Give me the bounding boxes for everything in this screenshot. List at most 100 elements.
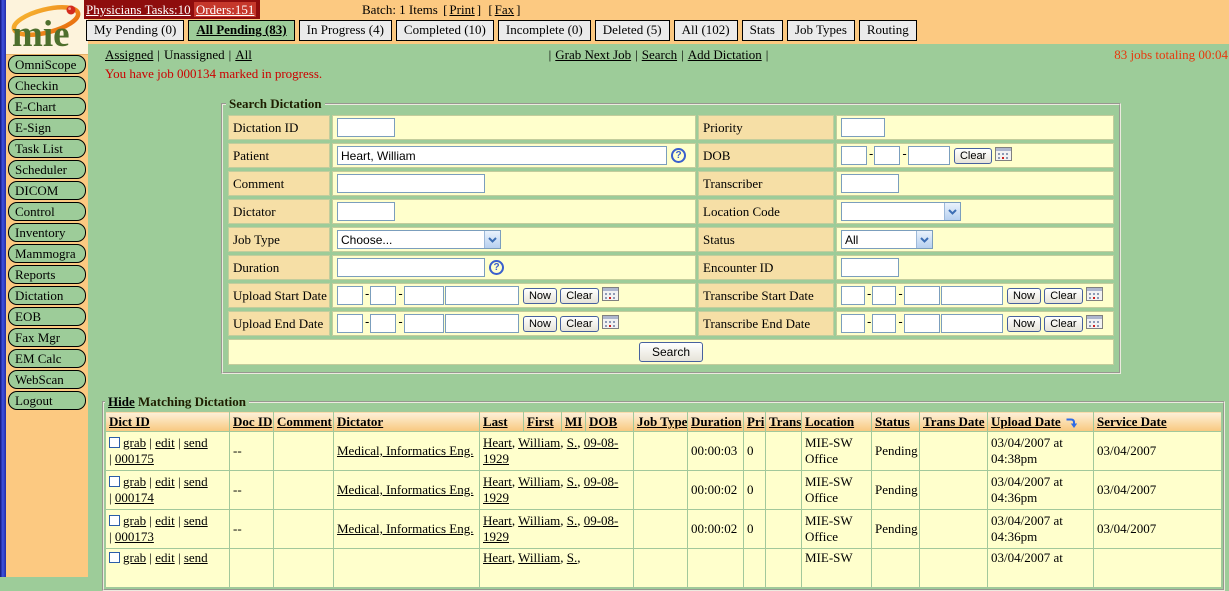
sidebar-item-fax-mgr[interactable]: Fax Mgr	[8, 328, 86, 347]
sort-link-pri[interactable]: Pri	[747, 414, 764, 429]
upload-end-month-field[interactable]	[337, 314, 363, 333]
tab-routing[interactable]: Routing	[859, 20, 917, 41]
patient-name-link[interactable]: S.	[567, 550, 577, 565]
transcribe-start-time-field[interactable]	[941, 286, 1003, 305]
tab-completed-10[interactable]: Completed (10)	[396, 20, 494, 41]
sidebar-item-em-calc[interactable]: EM Calc	[8, 349, 86, 368]
send-link[interactable]: send	[184, 435, 208, 450]
priority-field[interactable]	[841, 118, 885, 137]
fax-link[interactable]: Fax	[495, 2, 515, 17]
transcribe-start-year-field[interactable]	[904, 286, 940, 305]
dict-id-link[interactable]: 000175	[115, 451, 154, 466]
sort-descending-icon[interactable]	[1065, 414, 1077, 429]
patient-name-link[interactable]: S.	[567, 513, 577, 528]
upload-end-time-field[interactable]	[445, 314, 519, 333]
patient-name-link[interactable]: S.	[567, 435, 577, 450]
encounter-id-field[interactable]	[841, 258, 899, 277]
patient-name-link[interactable]: Heart	[483, 513, 512, 528]
physicians-tasks-link[interactable]: Physicians Tasks:10	[86, 2, 191, 17]
sidebar-item-webscan[interactable]: WebScan	[8, 370, 86, 389]
dob-year-field[interactable]	[908, 146, 950, 165]
sidebar-item-control[interactable]: Control	[8, 202, 86, 221]
row-checkbox[interactable]	[109, 437, 120, 448]
print-link[interactable]: Print	[449, 2, 474, 17]
transcribe-start-clear-button[interactable]: Clear	[1044, 288, 1082, 304]
search-link[interactable]: Search	[642, 47, 677, 62]
tab-job-types[interactable]: Job Types	[787, 20, 855, 41]
sidebar-item-task-list[interactable]: Task List	[8, 139, 86, 158]
tab-incomplete-0[interactable]: Incomplete (0)	[498, 20, 591, 41]
edit-link[interactable]: edit	[155, 550, 175, 565]
calendar-icon[interactable]	[602, 315, 619, 333]
search-button[interactable]: Search	[639, 342, 703, 362]
job-type-select[interactable]: Choose...	[337, 230, 501, 249]
sort-link-status[interactable]: Status	[875, 414, 910, 429]
dictator-link[interactable]: Medical, Informatics Eng.	[337, 482, 473, 497]
dictator-link[interactable]: Medical, Informatics Eng.	[337, 443, 473, 458]
tab-deleted-5[interactable]: Deleted (5)	[595, 20, 670, 41]
dictator-link[interactable]: Medical, Informatics Eng.	[337, 521, 473, 536]
patient-name-link[interactable]: Heart	[483, 550, 512, 565]
transcribe-end-year-field[interactable]	[904, 314, 940, 333]
dob-day-field[interactable]	[874, 146, 900, 165]
patient-name-link[interactable]: Heart	[483, 474, 512, 489]
sidebar-item-dicom[interactable]: DICOM	[8, 181, 86, 200]
dob-clear-button[interactable]: Clear	[954, 148, 992, 164]
sort-link-trans-date[interactable]: Trans Date	[923, 414, 985, 429]
sidebar-item-scheduler[interactable]: Scheduler	[8, 160, 86, 179]
patient-name-link[interactable]: S.	[567, 474, 577, 489]
sort-link-first[interactable]: First	[527, 414, 554, 429]
upload-start-now-button[interactable]: Now	[523, 288, 557, 304]
calendar-icon[interactable]	[1086, 287, 1103, 305]
transcribe-start-now-button[interactable]: Now	[1007, 288, 1041, 304]
sort-link-location[interactable]: Location	[805, 414, 854, 429]
sidebar-item-logout[interactable]: Logout	[8, 391, 86, 410]
grab-link[interactable]: grab	[123, 550, 146, 565]
grab-link[interactable]: grab	[123, 513, 146, 528]
dictation-id-field[interactable]	[337, 118, 395, 137]
grab-link[interactable]: grab	[123, 474, 146, 489]
transcribe-start-month-field[interactable]	[841, 286, 865, 305]
tab-all-pending-83[interactable]: All Pending (83)	[188, 20, 294, 41]
tab-all-102[interactable]: All (102)	[674, 20, 738, 41]
sidebar-item-mammogra[interactable]: Mammogra	[8, 244, 86, 263]
sidebar-item-e-sign[interactable]: E-Sign	[8, 118, 86, 137]
transcribe-end-day-field[interactable]	[872, 314, 896, 333]
sort-link-dict-id[interactable]: Dict ID	[109, 414, 150, 429]
hide-link[interactable]: Hide	[108, 394, 135, 409]
sidebar-item-e-chart[interactable]: E-Chart	[8, 97, 86, 116]
dob-month-field[interactable]	[841, 146, 867, 165]
upload-end-year-field[interactable]	[404, 314, 444, 333]
row-checkbox[interactable]	[109, 552, 120, 563]
transcribe-end-month-field[interactable]	[841, 314, 865, 333]
sort-link-dictator[interactable]: Dictator	[337, 414, 383, 429]
row-checkbox[interactable]	[109, 515, 120, 526]
upload-start-day-field[interactable]	[370, 286, 396, 305]
transcribe-end-now-button[interactable]: Now	[1007, 316, 1041, 332]
edit-link[interactable]: edit	[155, 513, 175, 528]
sort-link-mi[interactable]: MI	[565, 414, 582, 429]
upload-start-year-field[interactable]	[404, 286, 444, 305]
sort-link-dob[interactable]: DOB	[589, 414, 617, 429]
tab-in-progress-4[interactable]: In Progress (4)	[299, 20, 392, 41]
send-link[interactable]: send	[184, 513, 208, 528]
mie-logo[interactable]: mie	[6, 0, 88, 55]
patient-name-link[interactable]: William	[518, 474, 560, 489]
sort-link-job-type[interactable]: Job Type	[637, 414, 687, 429]
sidebar-item-omniscope[interactable]: OmniScope	[8, 55, 86, 74]
sort-link-last[interactable]: Last	[483, 414, 508, 429]
transcribe-end-time-field[interactable]	[941, 314, 1003, 333]
upload-end-day-field[interactable]	[370, 314, 396, 333]
tab-stats[interactable]: Stats	[742, 20, 783, 41]
send-link[interactable]: send	[184, 550, 208, 565]
transcribe-end-clear-button[interactable]: Clear	[1044, 316, 1082, 332]
sidebar-item-reports[interactable]: Reports	[8, 265, 86, 284]
patient-name-link[interactable]: William	[518, 550, 560, 565]
edit-link[interactable]: edit	[155, 474, 175, 489]
location-code-select[interactable]	[841, 202, 961, 221]
duration-field[interactable]	[337, 258, 485, 277]
transcribe-start-day-field[interactable]	[872, 286, 896, 305]
grab-link[interactable]: grab	[123, 435, 146, 450]
send-link[interactable]: send	[184, 474, 208, 489]
sort-link-upload-date[interactable]: Upload Date	[991, 414, 1061, 429]
